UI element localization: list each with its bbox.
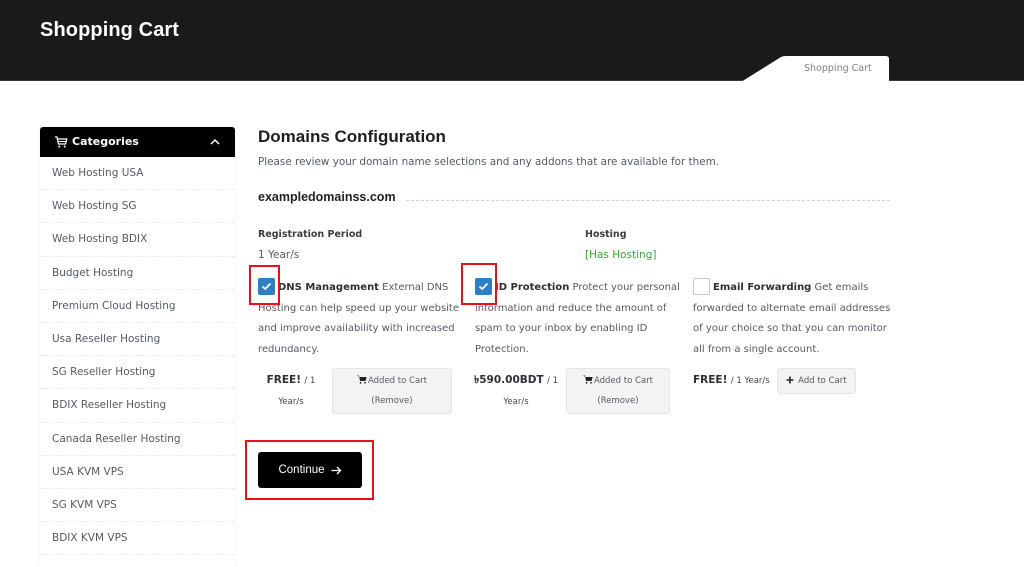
categories-sidebar: Categories Web Hosting USA Web Hosting S… bbox=[40, 127, 235, 567]
hosting-label: Hosting bbox=[585, 229, 627, 240]
price-period: / 1 bbox=[547, 376, 558, 386]
remove-link[interactable]: (Remove) bbox=[597, 396, 638, 406]
page-title: Shopping Cart bbox=[40, 19, 180, 41]
chevron-up-icon[interactable] bbox=[209, 136, 221, 148]
section-title: Domains Configuration bbox=[258, 127, 446, 146]
sidebar-item-premium-cloud-hosting[interactable]: Premium Cloud Hosting bbox=[40, 290, 235, 323]
cart-icon bbox=[583, 375, 593, 384]
id-protection-checkbox[interactable] bbox=[475, 277, 492, 295]
cart-icon bbox=[357, 375, 367, 384]
dns-management-price: FREE! / 1 Year/s bbox=[258, 370, 324, 412]
price-amount: FREE! bbox=[693, 374, 728, 386]
email-forwarding-add-button[interactable]: Add to Cart bbox=[777, 368, 856, 394]
continue-label: Continue bbox=[278, 464, 325, 476]
cart-icon bbox=[55, 136, 68, 148]
addon-name: Email Forwarding bbox=[713, 282, 812, 293]
plus-icon bbox=[786, 376, 794, 384]
price-period: / 1 bbox=[304, 376, 316, 386]
checkmark-icon bbox=[261, 282, 272, 290]
categories-title: Categories bbox=[72, 135, 139, 148]
addon-id-protection: ID Protection Protect your personal info… bbox=[475, 277, 680, 360]
addon-email-forwarding: Email Forwarding Get emails forwarded to… bbox=[693, 277, 893, 360]
sidebar-item-bdix-reseller-hosting[interactable]: BDIX Reseller Hosting bbox=[40, 389, 235, 423]
sidebar-item-web-hosting-bdix[interactable]: Web Hosting BDIX bbox=[40, 223, 235, 257]
email-forwarding-price: FREE! / 1 Year/s bbox=[693, 370, 770, 391]
price-amount: FREE! bbox=[266, 374, 302, 386]
id-protection-price: ৳590.00BDT / 1 Year/s bbox=[474, 370, 558, 412]
breadcrumb-item-shopping-cart[interactable]: Shopping Cart bbox=[804, 63, 872, 74]
price-period: / 1 Year/s bbox=[730, 376, 770, 386]
addon-dns-management: DNS Management External DNS Hosting can … bbox=[258, 277, 463, 360]
registration-period-value: 1 Year/s bbox=[258, 249, 300, 261]
sidebar-item-web-hosting-sg[interactable]: Web Hosting SG bbox=[40, 190, 235, 224]
registration-period-label: Registration Period bbox=[258, 229, 363, 240]
remove-link[interactable]: (Remove) bbox=[371, 396, 412, 406]
sidebar-item-bdix-kvm-vps[interactable]: BDIX KVM VPS bbox=[40, 522, 235, 556]
addon-name: DNS Management bbox=[278, 282, 379, 293]
section-description: Please review your domain name selection… bbox=[258, 156, 720, 168]
page-header: Shopping Cart Shopping Cart bbox=[0, 0, 1024, 82]
email-forwarding-checkbox[interactable] bbox=[693, 277, 710, 295]
dns-management-checkbox[interactable] bbox=[258, 277, 275, 295]
dns-management-remove-button[interactable]: Added to Cart (Remove) bbox=[332, 368, 452, 414]
arrow-right-icon bbox=[331, 466, 341, 474]
categories-header[interactable]: Categories bbox=[40, 127, 235, 157]
price-amount: ৳590.00BDT bbox=[474, 374, 544, 386]
addon-name: ID Protection bbox=[495, 282, 570, 293]
sidebar-item-sg-kvm-vps[interactable]: SG KVM VPS bbox=[40, 489, 235, 523]
button-label: Added to Cart bbox=[368, 376, 427, 386]
id-protection-remove-button[interactable]: Added to Cart (Remove) bbox=[566, 368, 670, 414]
sidebar-item-canada-reseller-hosting[interactable]: Canada Reseller Hosting bbox=[40, 423, 235, 456]
price-period-unit: Year/s bbox=[503, 397, 529, 407]
sidebar-item-sg-reseller-hosting[interactable]: SG Reseller Hosting bbox=[40, 356, 235, 390]
checkmark-icon bbox=[478, 282, 489, 290]
breadcrumb: Shopping Cart bbox=[741, 56, 889, 82]
domain-name: exampledomainss.com bbox=[258, 190, 396, 204]
button-label: Added to Cart bbox=[594, 376, 653, 386]
continue-button[interactable]: Continue bbox=[258, 452, 362, 488]
button-label: Add to Cart bbox=[798, 376, 847, 386]
sidebar-item-usa-reseller-hosting[interactable]: Usa Reseller Hosting bbox=[40, 323, 235, 357]
domain-divider bbox=[406, 200, 890, 201]
price-period-unit: Year/s bbox=[278, 397, 304, 407]
sidebar-item-web-hosting-usa[interactable]: Web Hosting USA bbox=[40, 157, 235, 191]
sidebar-item-budget-hosting[interactable]: Budget Hosting bbox=[40, 257, 235, 290]
hosting-value: [Has Hosting] bbox=[585, 249, 657, 261]
sidebar-item-usa-kvm-vps[interactable]: USA KVM VPS bbox=[40, 456, 235, 489]
